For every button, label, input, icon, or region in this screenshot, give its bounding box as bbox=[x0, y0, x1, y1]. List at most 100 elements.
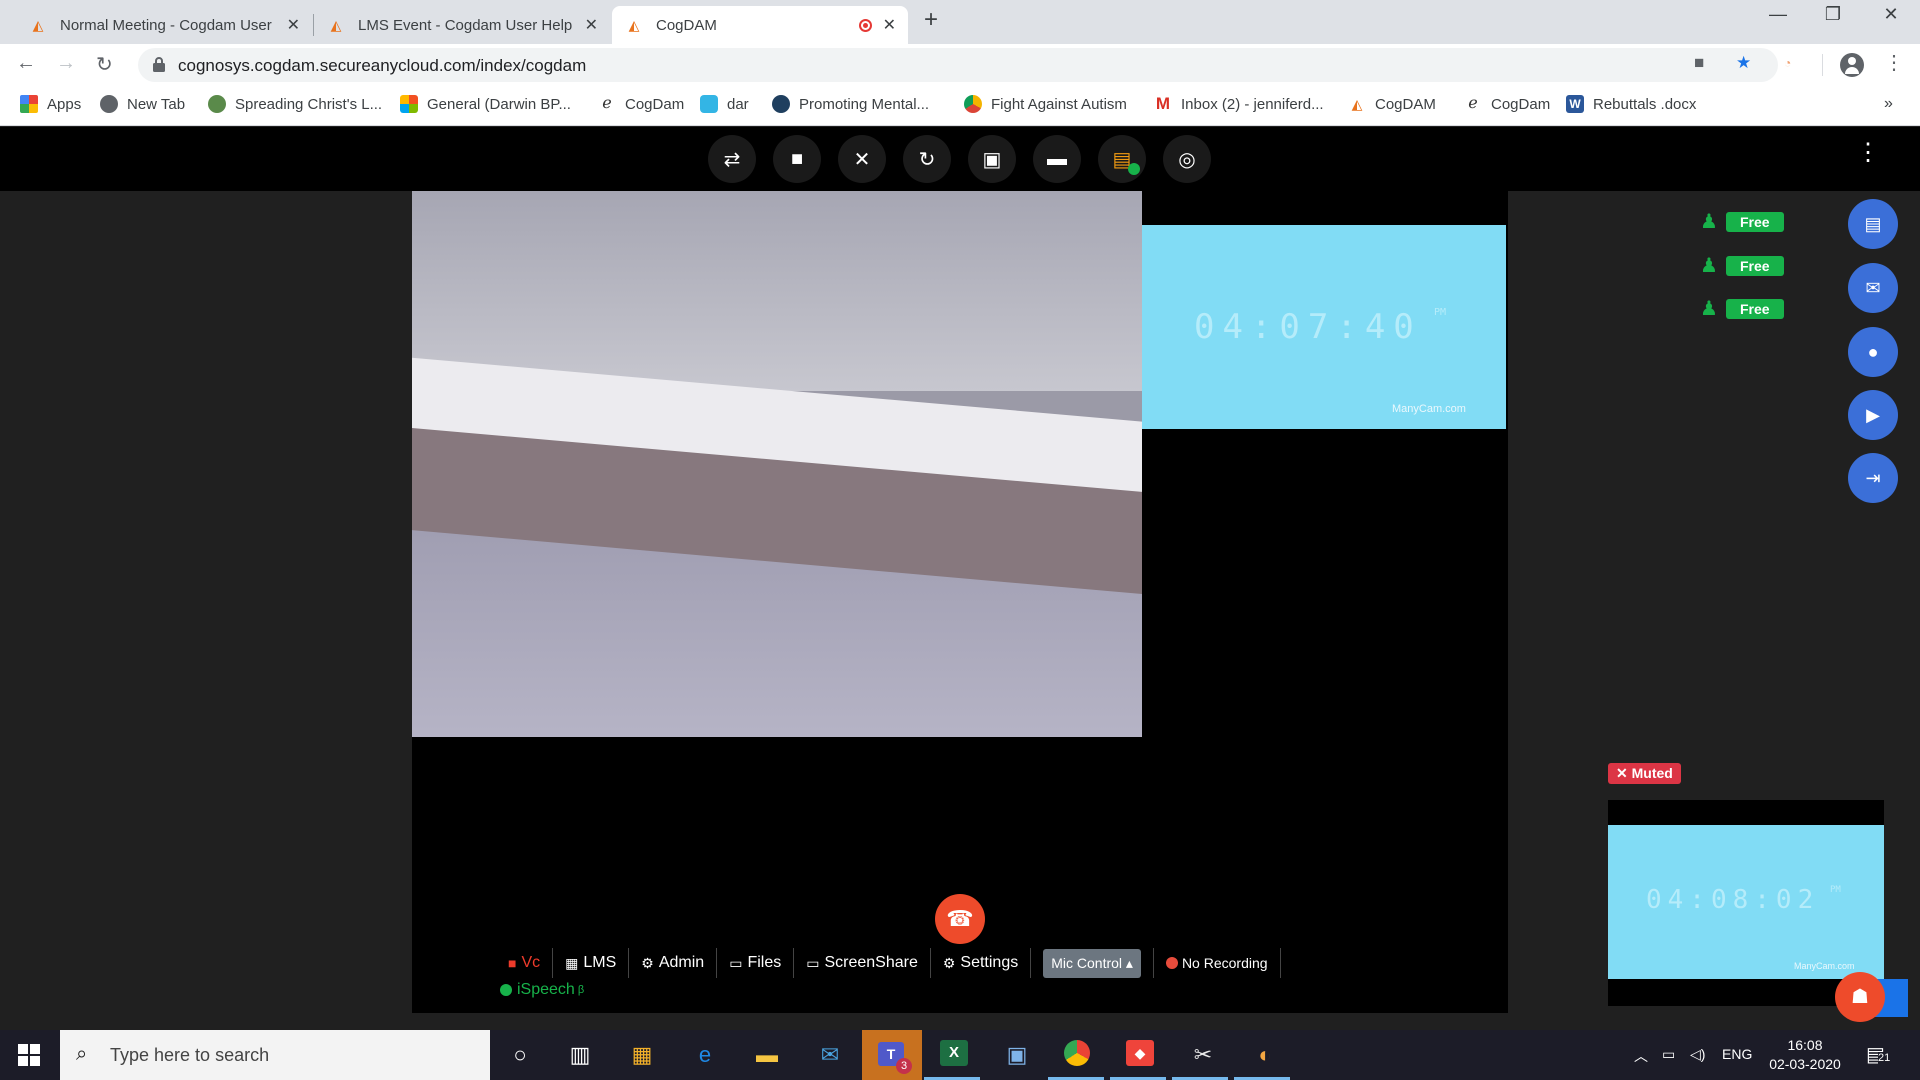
contact-card-icon[interactable]: ▣ bbox=[968, 135, 1016, 183]
record-button[interactable]: ● bbox=[1848, 327, 1898, 377]
cortana-icon[interactable]: ○ bbox=[505, 1040, 535, 1070]
play-button[interactable]: ▶ bbox=[1848, 390, 1898, 440]
tab-cogdam[interactable]: ◭ CogDAM ✕ bbox=[612, 6, 908, 44]
recording-icon bbox=[859, 19, 872, 32]
more-bookmarks-button[interactable]: » bbox=[1884, 95, 1893, 113]
cogdam-favicon-icon: ◭ bbox=[32, 17, 44, 33]
notification-count: 21 bbox=[1878, 1052, 1891, 1064]
file-explorer-icon[interactable]: ▬ bbox=[752, 1040, 782, 1070]
settings-tab[interactable]: ⚙ Settings bbox=[931, 948, 1032, 978]
muted-label: Muted bbox=[1631, 765, 1673, 781]
reload-icon[interactable]: ↻ bbox=[96, 52, 113, 77]
restore-button[interactable]: ❐ bbox=[1813, 4, 1853, 25]
bookmark-star-icon[interactable]: ★ bbox=[1736, 53, 1751, 73]
close-icon[interactable]: ✕ bbox=[883, 15, 896, 35]
network-icon[interactable]: ▭ bbox=[1662, 1046, 1675, 1063]
remote-video-tile[interactable]: 04:07:40 PM ManyCam.com bbox=[1142, 225, 1506, 429]
admin-tab[interactable]: ⚙ Admin bbox=[629, 948, 718, 978]
camera-in-use-icon[interactable]: ■ bbox=[1694, 53, 1704, 73]
screenshare-label: ScreenShare bbox=[824, 954, 918, 971]
tab-title: CogDAM bbox=[656, 16, 717, 34]
teams-badge: 3 bbox=[896, 1058, 912, 1074]
files-tab[interactable]: ▭ Files bbox=[717, 948, 795, 978]
teams-taskbar-button[interactable]: T 3 bbox=[862, 1030, 922, 1080]
bookmark-general-darwin[interactable]: General (Darwin BP... bbox=[400, 95, 571, 113]
bookmark-cogdam-2[interactable]: ◭ CogDAM bbox=[1348, 95, 1436, 113]
mic-control-label: Mic Control bbox=[1051, 954, 1123, 971]
bookmark-label: Apps bbox=[47, 95, 82, 113]
excel-icon[interactable]: X bbox=[940, 1040, 970, 1070]
chrome-menu-icon[interactable]: ⋮ bbox=[1884, 50, 1904, 75]
bookmark-dar[interactable]: dar bbox=[700, 95, 749, 113]
free-slot[interactable]: ♟ Free bbox=[1700, 296, 1784, 321]
gears-icon: ⚙ bbox=[942, 954, 956, 971]
refresh-icon[interactable]: ↻ bbox=[903, 135, 951, 183]
exit-button[interactable]: ⇥ bbox=[1848, 453, 1898, 503]
video-camera-icon[interactable]: ■ bbox=[773, 135, 821, 183]
close-icon[interactable]: ✕ bbox=[585, 15, 598, 35]
bookmark-inbox[interactable]: M Inbox (2) - jenniferd... bbox=[1154, 95, 1324, 113]
edge-icon[interactable]: e bbox=[690, 1040, 720, 1070]
bookmark-rebuttals[interactable]: W Rebuttals .docx bbox=[1566, 95, 1696, 113]
mail-button[interactable]: ✉ bbox=[1848, 263, 1898, 313]
vc-tab[interactable]: ■ Vc bbox=[496, 948, 554, 978]
chat-button[interactable]: ▤ bbox=[1848, 199, 1898, 249]
help-fab-button[interactable]: ☗ bbox=[1835, 972, 1885, 1022]
windows-start-icon[interactable] bbox=[18, 1044, 40, 1066]
mail-icon[interactable]: ✉ bbox=[815, 1040, 845, 1070]
target-icon[interactable]: ◎ bbox=[1163, 135, 1211, 183]
screenshare-tab[interactable]: ▭ ScreenShare bbox=[794, 948, 931, 978]
free-slot[interactable]: ♟ Free bbox=[1700, 253, 1784, 278]
mic-control-button[interactable]: Mic Control ▴ bbox=[1043, 948, 1141, 978]
paint-icon[interactable]: ◐ bbox=[1250, 1040, 1280, 1070]
bookmark-promoting-mental[interactable]: Promoting Mental... bbox=[772, 95, 929, 113]
bookmark-apps[interactable]: Apps bbox=[20, 95, 81, 113]
back-icon[interactable]: ← bbox=[16, 52, 36, 75]
mic-off-icon[interactable]: ✕ bbox=[838, 135, 886, 183]
store-icon[interactable]: ▦ bbox=[627, 1040, 657, 1070]
ispeech-toggle[interactable]: iSpeech β bbox=[500, 981, 584, 999]
forward-icon[interactable]: → bbox=[56, 52, 76, 75]
close-window-button[interactable]: ✕ bbox=[1871, 4, 1911, 25]
switch-camera-icon[interactable]: ⇄ bbox=[708, 135, 756, 183]
gear-icon: ⚙ bbox=[641, 954, 654, 971]
ispeech-label: iSpeech bbox=[517, 981, 575, 998]
hang-up-button[interactable]: ☎ bbox=[935, 894, 985, 944]
chevron-up-icon[interactable]: ︿ bbox=[1634, 1046, 1648, 1066]
browser-tab-strip: ◭ Normal Meeting - Cogdam User H ✕ ◭ LMS… bbox=[0, 0, 1920, 44]
chrome-icon[interactable] bbox=[1064, 1040, 1094, 1070]
action-center-icon[interactable]: ▤ 21 bbox=[1866, 1042, 1892, 1068]
close-icon[interactable]: ✕ bbox=[287, 15, 300, 35]
anydesk-icon[interactable]: ◆ bbox=[1126, 1040, 1156, 1070]
chat-bubble-icon: ▤ bbox=[1864, 213, 1882, 234]
address-bar[interactable]: cognosys.cogdam.secureanycloud.com/index… bbox=[138, 48, 1778, 82]
lms-tab[interactable]: ▦ LMS bbox=[553, 948, 630, 978]
extension-icon[interactable]: ◔ bbox=[1784, 56, 1791, 70]
self-video-tile[interactable]: 04:08:02 PM ManyCam.com bbox=[1608, 825, 1884, 979]
bookmark-new-tab[interactable]: New Tab bbox=[100, 95, 185, 113]
layout-icon[interactable]: ▬ bbox=[1033, 135, 1081, 183]
taskbar-clock[interactable]: 16:08 02-03-2020 bbox=[1760, 1036, 1850, 1074]
recording-status[interactable]: No Recording bbox=[1154, 948, 1281, 978]
taskbar-search[interactable]: ⌕ Type here to search bbox=[60, 1030, 490, 1080]
bookmark-cogdam-3[interactable]: ℯ CogDam bbox=[1464, 95, 1550, 113]
new-tab-button[interactable]: + bbox=[924, 6, 938, 34]
language-indicator[interactable]: ENG bbox=[1722, 1046, 1752, 1062]
bookmark-fight-autism[interactable]: Fight Against Autism bbox=[964, 95, 1127, 113]
task-view-icon[interactable]: ▥ bbox=[565, 1040, 595, 1070]
tab-lms-event[interactable]: ◭ LMS Event - Cogdam User Help M ✕ bbox=[314, 6, 610, 44]
watermark-text: ManyCam.com bbox=[1794, 961, 1855, 971]
chat-icon[interactable]: ▤ bbox=[1098, 135, 1146, 183]
more-options-icon[interactable]: ⋮ bbox=[1856, 141, 1880, 165]
remote-desktop-icon[interactable]: ▣ bbox=[1002, 1040, 1032, 1070]
cogdam-favicon-icon: ◭ bbox=[628, 17, 640, 33]
profile-avatar-icon[interactable] bbox=[1840, 53, 1864, 77]
volume-icon[interactable]: ◁) bbox=[1690, 1046, 1705, 1063]
tab-normal-meeting[interactable]: ◭ Normal Meeting - Cogdam User H ✕ bbox=[16, 6, 312, 44]
minimize-button[interactable]: — bbox=[1758, 4, 1798, 25]
free-slot[interactable]: ♟ Free bbox=[1700, 209, 1784, 234]
video-clock-text: 04:07:40 bbox=[1194, 307, 1422, 347]
bookmark-cogdam-1[interactable]: ℯ CogDam bbox=[598, 95, 684, 113]
snipping-tool-icon[interactable]: ✂ bbox=[1188, 1040, 1218, 1070]
bookmark-spreading-christ[interactable]: Spreading Christ's L... bbox=[208, 95, 382, 113]
